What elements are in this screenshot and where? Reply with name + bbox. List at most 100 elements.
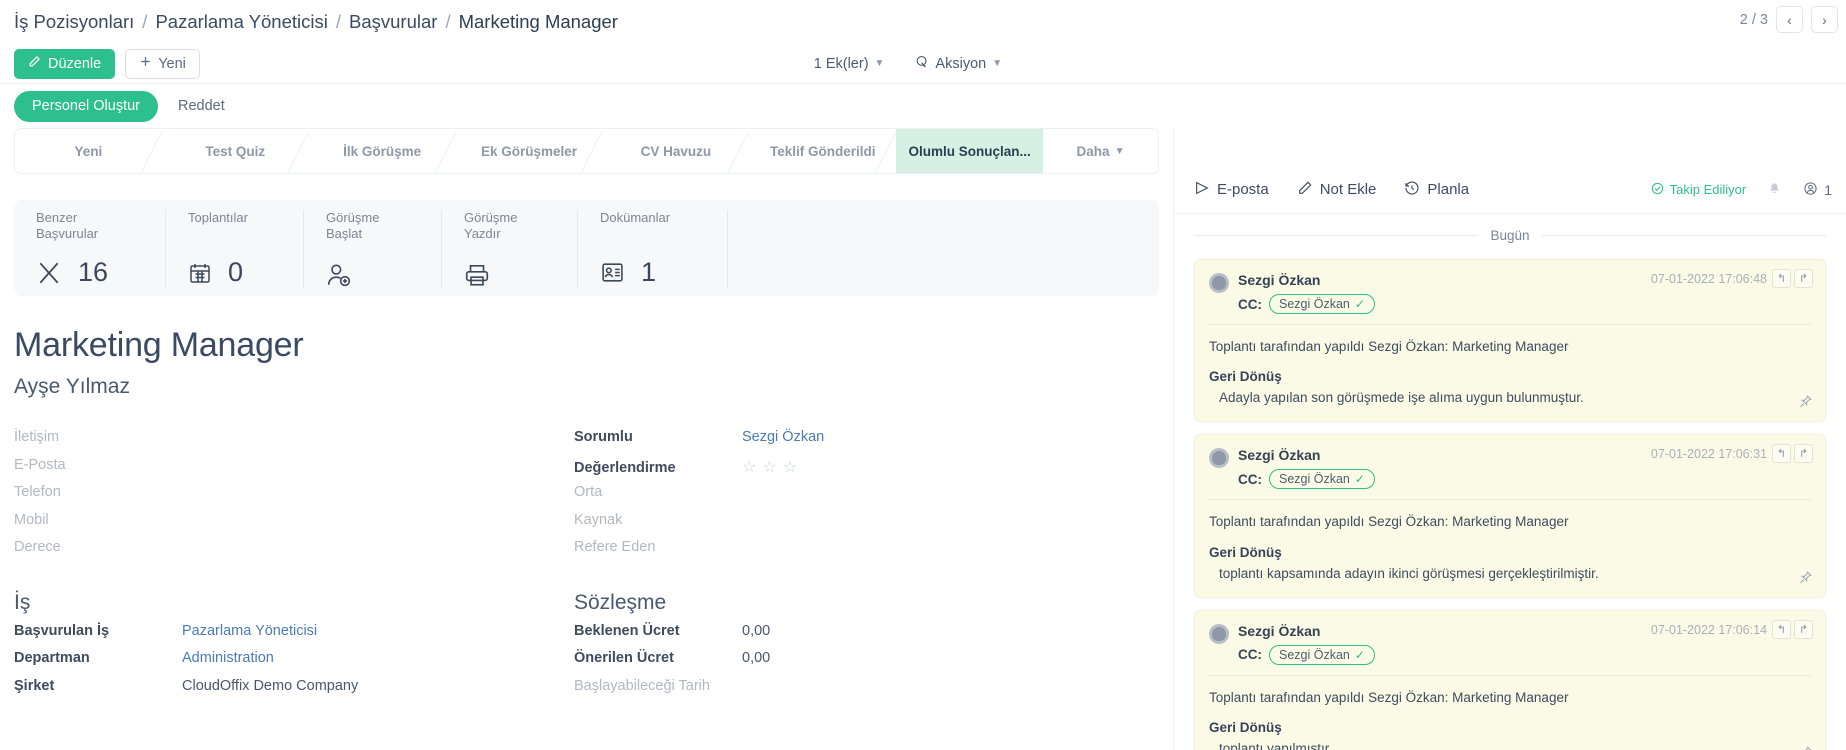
message-body: Toplantı tarafından yapıldı Sezgi Özkan:… xyxy=(1209,514,1569,530)
bell-icon[interactable] xyxy=(1768,181,1781,199)
divider-line xyxy=(1209,499,1811,501)
reply-icon[interactable]: ↰ xyxy=(1772,619,1791,639)
field-label: Şirket xyxy=(14,677,55,694)
candidate-name: Ayşe Yılmaz xyxy=(14,375,130,398)
field-row: Sorumlu Sezgi Özkan xyxy=(574,429,1074,457)
chevron-down-icon: ▼ xyxy=(874,58,885,69)
user-add-icon xyxy=(326,262,352,288)
field-label: Başlayabileceği Tarih xyxy=(574,677,710,694)
attachments-label: 1 Ek(ler) xyxy=(813,55,869,72)
field-value[interactable]: Pazarlama Yöneticisi xyxy=(182,623,317,639)
toolbar: Düzenle Yeni 1 Ek(ler) ▼ Aksiyon ▼ xyxy=(0,44,1846,84)
star-icon[interactable]: ☆ xyxy=(783,457,797,477)
add-note-button[interactable]: Not Ekle xyxy=(1297,180,1377,200)
attachments-dropdown[interactable]: 1 Ek(ler) ▼ xyxy=(814,56,885,72)
check-icon: ✓ xyxy=(1354,647,1365,662)
breadcrumb-separator: / xyxy=(445,11,451,32)
breadcrumb-separator: / xyxy=(142,11,148,32)
stat-print-interview[interactable]: Görüşme Yazdır xyxy=(442,210,578,288)
cc-recipient-chip[interactable]: Sezgi Özkan ✓ xyxy=(1269,469,1375,490)
stat-meetings[interactable]: Toplantılar 0 xyxy=(166,210,304,288)
create-employee-button[interactable]: Personel Oluştur xyxy=(14,90,158,122)
field-label: E-Posta xyxy=(14,456,66,473)
pipeline-stage-6[interactable]: Olumlu Sonuçlan... xyxy=(896,129,1044,173)
reply-icon[interactable]: ↰ xyxy=(1772,269,1791,288)
edit-button-label: Düzenle xyxy=(48,55,102,72)
forward-icon[interactable]: ↱ xyxy=(1794,269,1813,288)
star-icon[interactable]: ☆ xyxy=(762,457,776,477)
cc-recipient-chip[interactable]: Sezgi Özkan ✓ xyxy=(1269,644,1375,665)
message-author: Sezgi Özkan xyxy=(1238,622,1321,639)
pipeline-stage-5[interactable]: Teklif Gönderildi xyxy=(749,129,898,173)
pipeline-more-dropdown[interactable]: Daha ▼ xyxy=(1043,129,1158,173)
field-value[interactable]: 0,00 xyxy=(742,623,770,639)
send-icon xyxy=(1194,180,1210,200)
check-circle-icon xyxy=(1651,182,1664,198)
chatter-follow-controls: Takip Ediliyor 1 xyxy=(1651,181,1832,199)
action-dropdown[interactable]: Aksiyon ▼ xyxy=(914,54,1002,73)
pin-icon[interactable] xyxy=(1798,570,1813,589)
chevron-left-icon[interactable]: ‹ xyxy=(1776,6,1803,33)
edit-button[interactable]: Düzenle xyxy=(14,48,116,79)
add-note-label: Not Ekle xyxy=(1319,181,1377,198)
stat-label: Görüşme Yazdır xyxy=(464,210,518,242)
pin-icon[interactable] xyxy=(1798,745,1813,750)
cc-recipient-chip[interactable]: Sezgi Özkan ✓ xyxy=(1269,294,1375,314)
divider-line xyxy=(1209,324,1811,325)
field-label: Derece xyxy=(14,539,61,555)
message-item: Sezgi Özkan CC: Sezgi Özkan ✓ 07-01-2022… xyxy=(1194,259,1826,423)
pipeline-stage-label: CV Havuzu xyxy=(640,143,712,159)
rating-stars[interactable]: ☆ ☆ ☆ xyxy=(742,457,797,477)
forward-icon[interactable]: ↱ xyxy=(1794,619,1813,639)
cc-label: CC: xyxy=(1238,647,1262,662)
message-body: Toplantı tarafından yapıldı Sezgi Özkan:… xyxy=(1209,339,1569,354)
breadcrumb-item-0[interactable]: İş Pozisyonları xyxy=(14,11,134,33)
message-timestamp: 07-01-2022 17:06:14 xyxy=(1650,622,1767,637)
pin-icon[interactable] xyxy=(1798,394,1813,413)
follow-status-button[interactable]: Takip Ediliyor xyxy=(1651,182,1747,198)
field-label: Orta xyxy=(574,484,603,500)
printer-icon xyxy=(464,262,490,288)
stat-similar-applications[interactable]: Benzer Başvurular 16 xyxy=(14,210,166,288)
field-row: Önerilen Ücret 0,00 xyxy=(574,650,1074,678)
field-row: Orta xyxy=(574,484,1074,512)
follow-status-label: Takip Ediliyor xyxy=(1669,182,1747,197)
message-author: Sezgi Özkan xyxy=(1238,272,1321,288)
stat-start-interview[interactable]: Görüşme Başlat xyxy=(304,210,442,288)
schedule-button[interactable]: Planla xyxy=(1404,180,1469,200)
field-value[interactable]: Sezgi Özkan xyxy=(742,429,824,445)
field-row: E-Posta xyxy=(14,457,574,485)
stat-label: Görüşme Başlat xyxy=(326,210,380,242)
breadcrumb-item-1[interactable]: Pazarlama Yöneticisi xyxy=(155,11,327,33)
stat-documents[interactable]: Dokümanlar 1 xyxy=(578,210,728,288)
pencil-icon xyxy=(1297,180,1313,200)
star-icon[interactable]: ☆ xyxy=(742,457,756,477)
pipeline-stage-label: Ek Görüşmeler xyxy=(480,143,578,159)
job-section-heading: İş xyxy=(14,590,31,614)
stat-label: Benzer Başvurular xyxy=(36,210,99,242)
stat-value: 16 xyxy=(78,257,109,287)
pipeline-stage-1[interactable]: Test Quiz xyxy=(161,129,310,173)
reject-button[interactable]: Reddet xyxy=(174,98,229,114)
field-row: Başvurulan İş Pazarlama Yöneticisi xyxy=(14,623,574,651)
pipeline-stage-0[interactable]: Yeni xyxy=(15,129,163,173)
new-button[interactable]: Yeni xyxy=(125,48,200,79)
pipeline-stage-2[interactable]: İlk Görüşme xyxy=(308,129,457,173)
cc-label: CC: xyxy=(1238,296,1262,312)
field-value[interactable]: CloudOffix Demo Company xyxy=(182,678,358,694)
reply-icon[interactable]: ↰ xyxy=(1772,444,1791,464)
field-row: Beklenen Ücret 0,00 xyxy=(574,623,1074,651)
pipeline-stage-3[interactable]: Ek Görüşmeler xyxy=(455,129,604,173)
field-value[interactable]: 0,00 xyxy=(742,650,770,666)
field-value[interactable]: Administration xyxy=(182,650,274,666)
followers-button[interactable]: 1 xyxy=(1803,181,1832,199)
chevron-right-icon[interactable]: › xyxy=(1811,6,1838,33)
pipeline-stage-4[interactable]: CV Havuzu xyxy=(602,129,751,173)
message-actions: ↰ ↱ xyxy=(1772,619,1813,639)
record-panel: Yeni Test Quiz İlk Görüşme Ek Görüşmeler… xyxy=(0,128,1173,750)
main-content: Yeni Test Quiz İlk Görüşme Ek Görüşmeler… xyxy=(0,128,1846,750)
breadcrumb-item-2[interactable]: Başvurular xyxy=(349,11,437,33)
forward-icon[interactable]: ↱ xyxy=(1794,444,1813,464)
pipeline-stage-label: Olumlu Sonuçlan... xyxy=(908,143,1031,159)
send-email-button[interactable]: E-posta xyxy=(1194,180,1269,200)
